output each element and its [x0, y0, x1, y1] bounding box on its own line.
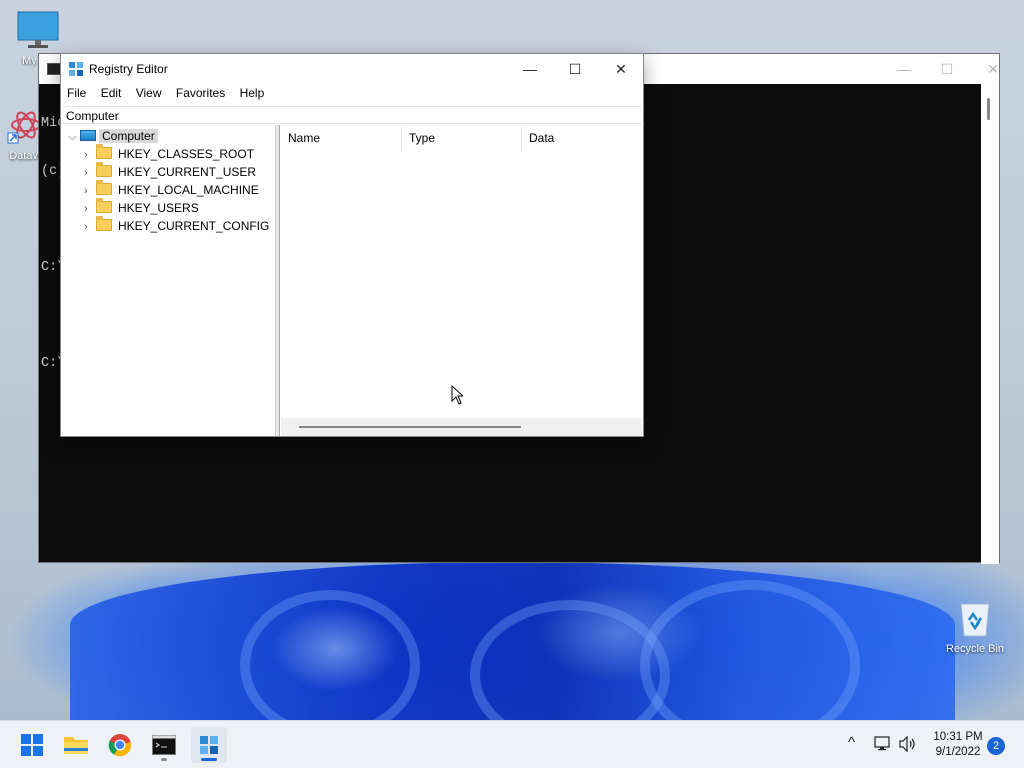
chevron-down-icon[interactable]: ⌵ — [68, 128, 80, 146]
folder-icon — [96, 144, 112, 159]
tree-node-label: HKEY_LOCAL_MACHINE — [118, 183, 259, 197]
registry-editor-window[interactable]: Registry Editor — ☐ ✕ File Edit View Fav… — [60, 53, 644, 437]
file-explorer-button[interactable] — [58, 727, 94, 763]
computer-icon — [80, 130, 96, 141]
menu-bar: File Edit View Favorites Help — [67, 86, 275, 104]
monitor-icon — [17, 11, 59, 48]
window-title: Registry Editor — [89, 62, 168, 76]
address-bar[interactable]: Computer — [62, 106, 642, 124]
tree-node-hkey-local-machine[interactable]: › HKEY_LOCAL_MACHINE — [84, 180, 262, 200]
folder-icon — [96, 180, 112, 195]
minimize-button[interactable]: — — [507, 54, 553, 84]
tree-node-label: HKEY_CURRENT_USER — [118, 165, 257, 179]
desktop-icon-label: Recycle Bin — [945, 643, 1005, 655]
wallpaper-swirl — [240, 590, 420, 740]
clock-time: 10:31 PM — [933, 731, 983, 743]
terminal-button[interactable] — [146, 727, 182, 763]
tree-node-label: HKEY_USERS — [118, 201, 199, 215]
menu-help[interactable]: Help — [240, 86, 265, 100]
regedit-titlebar[interactable]: Registry Editor — ☐ ✕ — [61, 54, 643, 84]
clock-date: 9/1/2022 — [935, 746, 981, 758]
folder-icon — [96, 198, 112, 213]
console-maximize-button[interactable]: ☐ — [937, 60, 957, 78]
chrome-icon — [108, 734, 132, 757]
regedit-button[interactable] — [191, 727, 227, 763]
horizontal-scrollbar[interactable] — [281, 418, 642, 436]
folder-icon — [64, 737, 88, 754]
notification-badge[interactable]: 2 — [987, 737, 1005, 755]
pane-splitter[interactable] — [276, 125, 280, 436]
menu-view[interactable]: View — [136, 86, 162, 100]
tree-node-label: HKEY_CLASSES_ROOT — [118, 147, 255, 161]
console-scroll-thumb[interactable] — [987, 98, 990, 120]
column-header-name[interactable]: Name — [281, 125, 402, 151]
chevron-right-icon[interactable]: › — [84, 200, 96, 218]
tree-node-label: HKEY_CURRENT_CONFIG — [118, 219, 270, 233]
registry-tree[interactable]: ⌵ Computer › HKEY_CLASSES_ROOT › HKEY_CURRE… — [62, 125, 276, 436]
tree-node-hkey-classes-root[interactable]: › HKEY_CLASSES_ROOT — [84, 144, 257, 164]
tree-node-computer[interactable]: ⌵ Computer — [68, 127, 158, 145]
clock[interactable]: 10:31 PM 9/1/2022 — [928, 730, 988, 760]
maximize-button[interactable]: ☐ — [552, 54, 598, 84]
running-indicator — [161, 758, 167, 761]
tree-node-hkey-users[interactable]: › HKEY_USERS — [84, 198, 202, 218]
regedit-icon — [200, 736, 218, 754]
active-indicator — [201, 758, 217, 761]
chevron-right-icon[interactable]: › — [84, 146, 96, 164]
windows-logo-icon — [21, 734, 43, 756]
chevron-right-icon[interactable]: › — [84, 164, 96, 182]
tree-node-hkey-current-user[interactable]: › HKEY_CURRENT_USER — [84, 162, 259, 182]
recycle-bin-icon — [960, 603, 990, 637]
scroll-thumb[interactable] — [299, 426, 521, 428]
column-header-type[interactable]: Type — [402, 125, 522, 151]
taskbar: ^ 10:31 PM 9/1/2022 2 — [0, 720, 1024, 768]
chevron-right-icon[interactable]: › — [84, 182, 96, 200]
network-icon[interactable] — [874, 736, 892, 752]
volume-icon[interactable] — [899, 736, 917, 752]
regedit-icon — [69, 62, 83, 76]
start-button[interactable] — [14, 727, 50, 763]
chevron-right-icon[interactable]: › — [84, 218, 96, 236]
menu-edit[interactable]: Edit — [101, 86, 122, 100]
menu-file[interactable]: File — [67, 86, 86, 100]
mouse-cursor-icon — [451, 385, 463, 405]
show-hidden-icons-chevron-icon[interactable]: ^ — [848, 734, 855, 751]
folder-icon — [96, 216, 112, 231]
console-minimize-button[interactable]: — — [894, 60, 914, 78]
menu-favorites[interactable]: Favorites — [176, 86, 225, 100]
console-close-button[interactable]: ✕ — [983, 60, 1003, 78]
chrome-button[interactable] — [102, 727, 138, 763]
tree-node-hkey-current-config[interactable]: › HKEY_CURRENT_CONFIG — [84, 216, 272, 236]
console-scrollbar[interactable] — [981, 84, 999, 564]
desktop-icon-recycle-bin[interactable]: Recycle Bin — [940, 598, 1010, 655]
close-button[interactable]: ✕ — [598, 54, 644, 84]
tree-node-label: Computer — [99, 129, 158, 143]
column-header-data[interactable]: Data — [522, 125, 642, 151]
folder-icon — [96, 162, 112, 177]
terminal-icon — [152, 735, 176, 755]
